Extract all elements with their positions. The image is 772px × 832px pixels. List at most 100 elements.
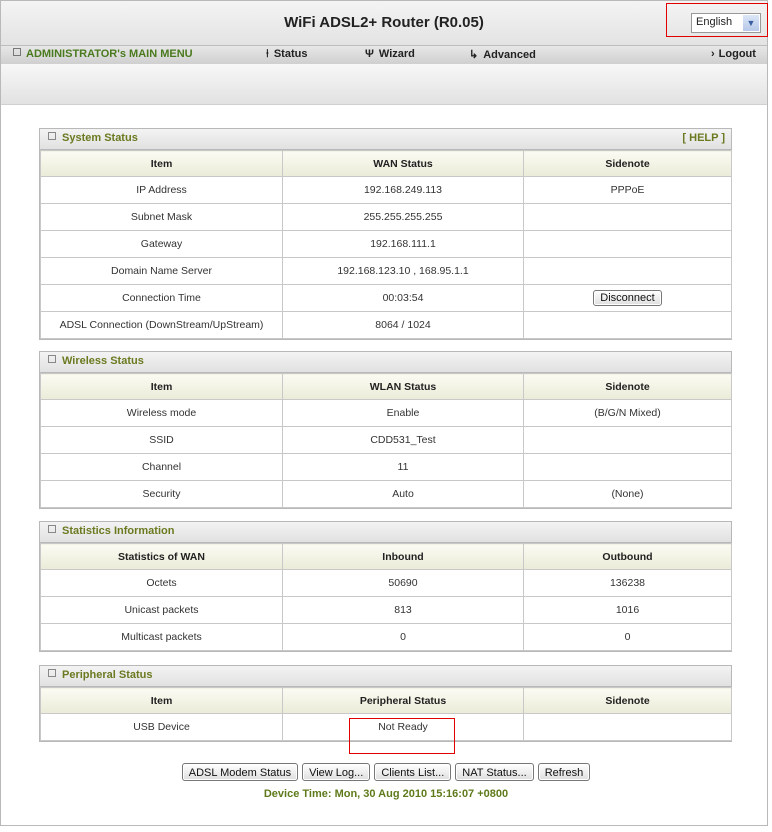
disconnect-button[interactable]: Disconnect xyxy=(593,290,662,306)
table-header-row: Item WLAN Status Sidenote xyxy=(40,373,732,400)
square-icon xyxy=(48,525,56,533)
clients-list-button[interactable]: Clients List... xyxy=(374,763,452,781)
help-link[interactable]: [ HELP ] xyxy=(682,132,725,144)
main-menu-bar: ADMINISTRATOR's MAIN MENU ⍿ Status Ψ Wizar… xyxy=(1,45,767,65)
cell: Gateway xyxy=(40,230,283,258)
column-header: WLAN Status xyxy=(282,373,524,400)
cell: PPPoE xyxy=(523,176,732,204)
section-title: Wireless Status xyxy=(62,355,144,367)
cell: ADSL Connection (DownStream/UpStream) xyxy=(40,311,283,339)
cell: (B/G/N Mixed) xyxy=(523,399,732,427)
advanced-icon: ↳ xyxy=(469,49,479,61)
cell: Octets xyxy=(40,569,283,597)
cell xyxy=(523,453,732,481)
menu-wizard[interactable]: Ψ Wizard xyxy=(365,48,415,60)
peripheral-status-header: Peripheral Status xyxy=(40,666,731,687)
menu-status-label: Status xyxy=(273,48,308,60)
cell: Domain Name Server xyxy=(40,257,283,285)
cell: 1016 xyxy=(523,596,732,624)
cell: 192.168.111.1 xyxy=(282,230,524,258)
statistics-section: Statistics Information Statistics of WAN… xyxy=(39,521,732,652)
table-row: SSID CDD531_Test xyxy=(40,426,732,454)
cell: 11 xyxy=(282,453,524,481)
table-row: Connection Time 00:03:54 Disconnect xyxy=(40,284,732,312)
cell: 192.168.123.10 , 168.95.1.1 xyxy=(282,257,524,285)
refresh-button[interactable]: Refresh xyxy=(537,763,591,781)
table-row: Domain Name Server 192.168.123.10 , 168.… xyxy=(40,257,732,285)
menu-logout[interactable]: › Logout xyxy=(711,48,756,60)
column-header: Statistics of WAN xyxy=(40,543,283,570)
column-header: Peripheral Status xyxy=(282,687,524,714)
action-buttons: ADSL Modem Status View Log... Clients Li… xyxy=(0,763,772,781)
column-header: Item xyxy=(40,150,283,177)
table-row: Gateway 192.168.111.1 xyxy=(40,230,732,258)
cell xyxy=(523,713,732,741)
cell: 0 xyxy=(282,623,524,651)
section-title: System Status xyxy=(62,132,138,144)
nat-status-button[interactable]: NAT Status... xyxy=(455,763,534,781)
cell: 0 xyxy=(523,623,732,651)
column-header: Sidenote xyxy=(523,373,732,400)
table-header-row: Item Peripheral Status Sidenote xyxy=(40,687,732,714)
cell: Channel xyxy=(40,453,283,481)
cell: Multicast packets xyxy=(40,623,283,651)
wireless-status-section: Wireless Status Item WLAN Status Sidenot… xyxy=(39,351,732,509)
cell: Unicast packets xyxy=(40,596,283,624)
table-header-row: Item WAN Status Sidenote xyxy=(40,150,732,177)
system-status-section: System Status [ HELP ] Item WAN Status S… xyxy=(39,128,732,340)
system-status-table: Item WAN Status Sidenote IP Address 192.… xyxy=(40,150,732,339)
wireless-status-table: Item WLAN Status Sidenote Wireless mode … xyxy=(40,373,732,508)
cell: 255.255.255.255 xyxy=(282,203,524,231)
highlight-box-language xyxy=(666,3,768,37)
menu-wizard-label: Wizard xyxy=(378,48,415,60)
system-status-header: System Status [ HELP ] xyxy=(40,129,731,150)
menu-status[interactable]: ⍿ Status xyxy=(266,48,307,61)
cell: 813 xyxy=(282,596,524,624)
cell: Connection Time xyxy=(40,284,283,312)
cell: 136238 xyxy=(523,569,732,597)
title-bar: WiFi ADSL2+ Router (R0.05) English ▼ xyxy=(1,1,767,45)
cell: SSID xyxy=(40,426,283,454)
table-row: ADSL Connection (DownStream/UpStream) 80… xyxy=(40,311,732,339)
header-band xyxy=(1,64,767,105)
menu-logout-label: Logout xyxy=(718,48,756,60)
column-header: WAN Status xyxy=(282,150,524,177)
page-title: WiFi ADSL2+ Router (R0.05) xyxy=(284,14,484,31)
cell: CDD531_Test xyxy=(282,426,524,454)
statistics-table: Statistics of WAN Inbound Outbound Octet… xyxy=(40,543,732,651)
cell: Subnet Mask xyxy=(40,203,283,231)
statistics-header: Statistics Information xyxy=(40,522,731,543)
section-title: Peripheral Status xyxy=(62,669,153,681)
device-time: Device Time: Mon, 30 Aug 2010 15:16:07 +… xyxy=(263,788,509,800)
cell xyxy=(523,203,732,231)
column-header: Sidenote xyxy=(523,687,732,714)
cell: Security xyxy=(40,480,283,508)
menu-admin-label: ADMINISTRATOR's MAIN MENU xyxy=(26,48,193,60)
cell xyxy=(523,257,732,285)
cell: Auto xyxy=(282,480,524,508)
cell: (None) xyxy=(523,480,732,508)
arrow-right-icon: › xyxy=(711,48,715,60)
adsl-modem-status-button[interactable]: ADSL Modem Status xyxy=(181,763,299,781)
cell: 00:03:54 xyxy=(282,284,524,312)
cell: Wireless mode xyxy=(40,399,283,427)
menu-admin: ADMINISTRATOR's MAIN MENU xyxy=(13,48,193,60)
cell xyxy=(523,230,732,258)
table-row: Subnet Mask 255.255.255.255 xyxy=(40,203,732,231)
wireless-status-header: Wireless Status xyxy=(40,352,731,373)
cell xyxy=(523,426,732,454)
cell: 50690 xyxy=(282,569,524,597)
menu-advanced[interactable]: ↳ Advanced xyxy=(469,48,536,61)
section-title: Statistics Information xyxy=(62,525,175,537)
cell: USB Device xyxy=(40,713,283,741)
wizard-icon: Ψ xyxy=(365,48,374,60)
column-header: Item xyxy=(40,687,283,714)
view-log-button[interactable]: View Log... xyxy=(302,763,371,781)
column-header: Sidenote xyxy=(523,150,732,177)
table-row: Security Auto (None) xyxy=(40,480,732,508)
table-row: Multicast packets 0 0 xyxy=(40,623,732,651)
column-header: Outbound xyxy=(523,543,732,570)
square-icon xyxy=(48,355,56,363)
square-icon xyxy=(48,132,56,140)
highlight-box-usb-status xyxy=(349,718,455,754)
